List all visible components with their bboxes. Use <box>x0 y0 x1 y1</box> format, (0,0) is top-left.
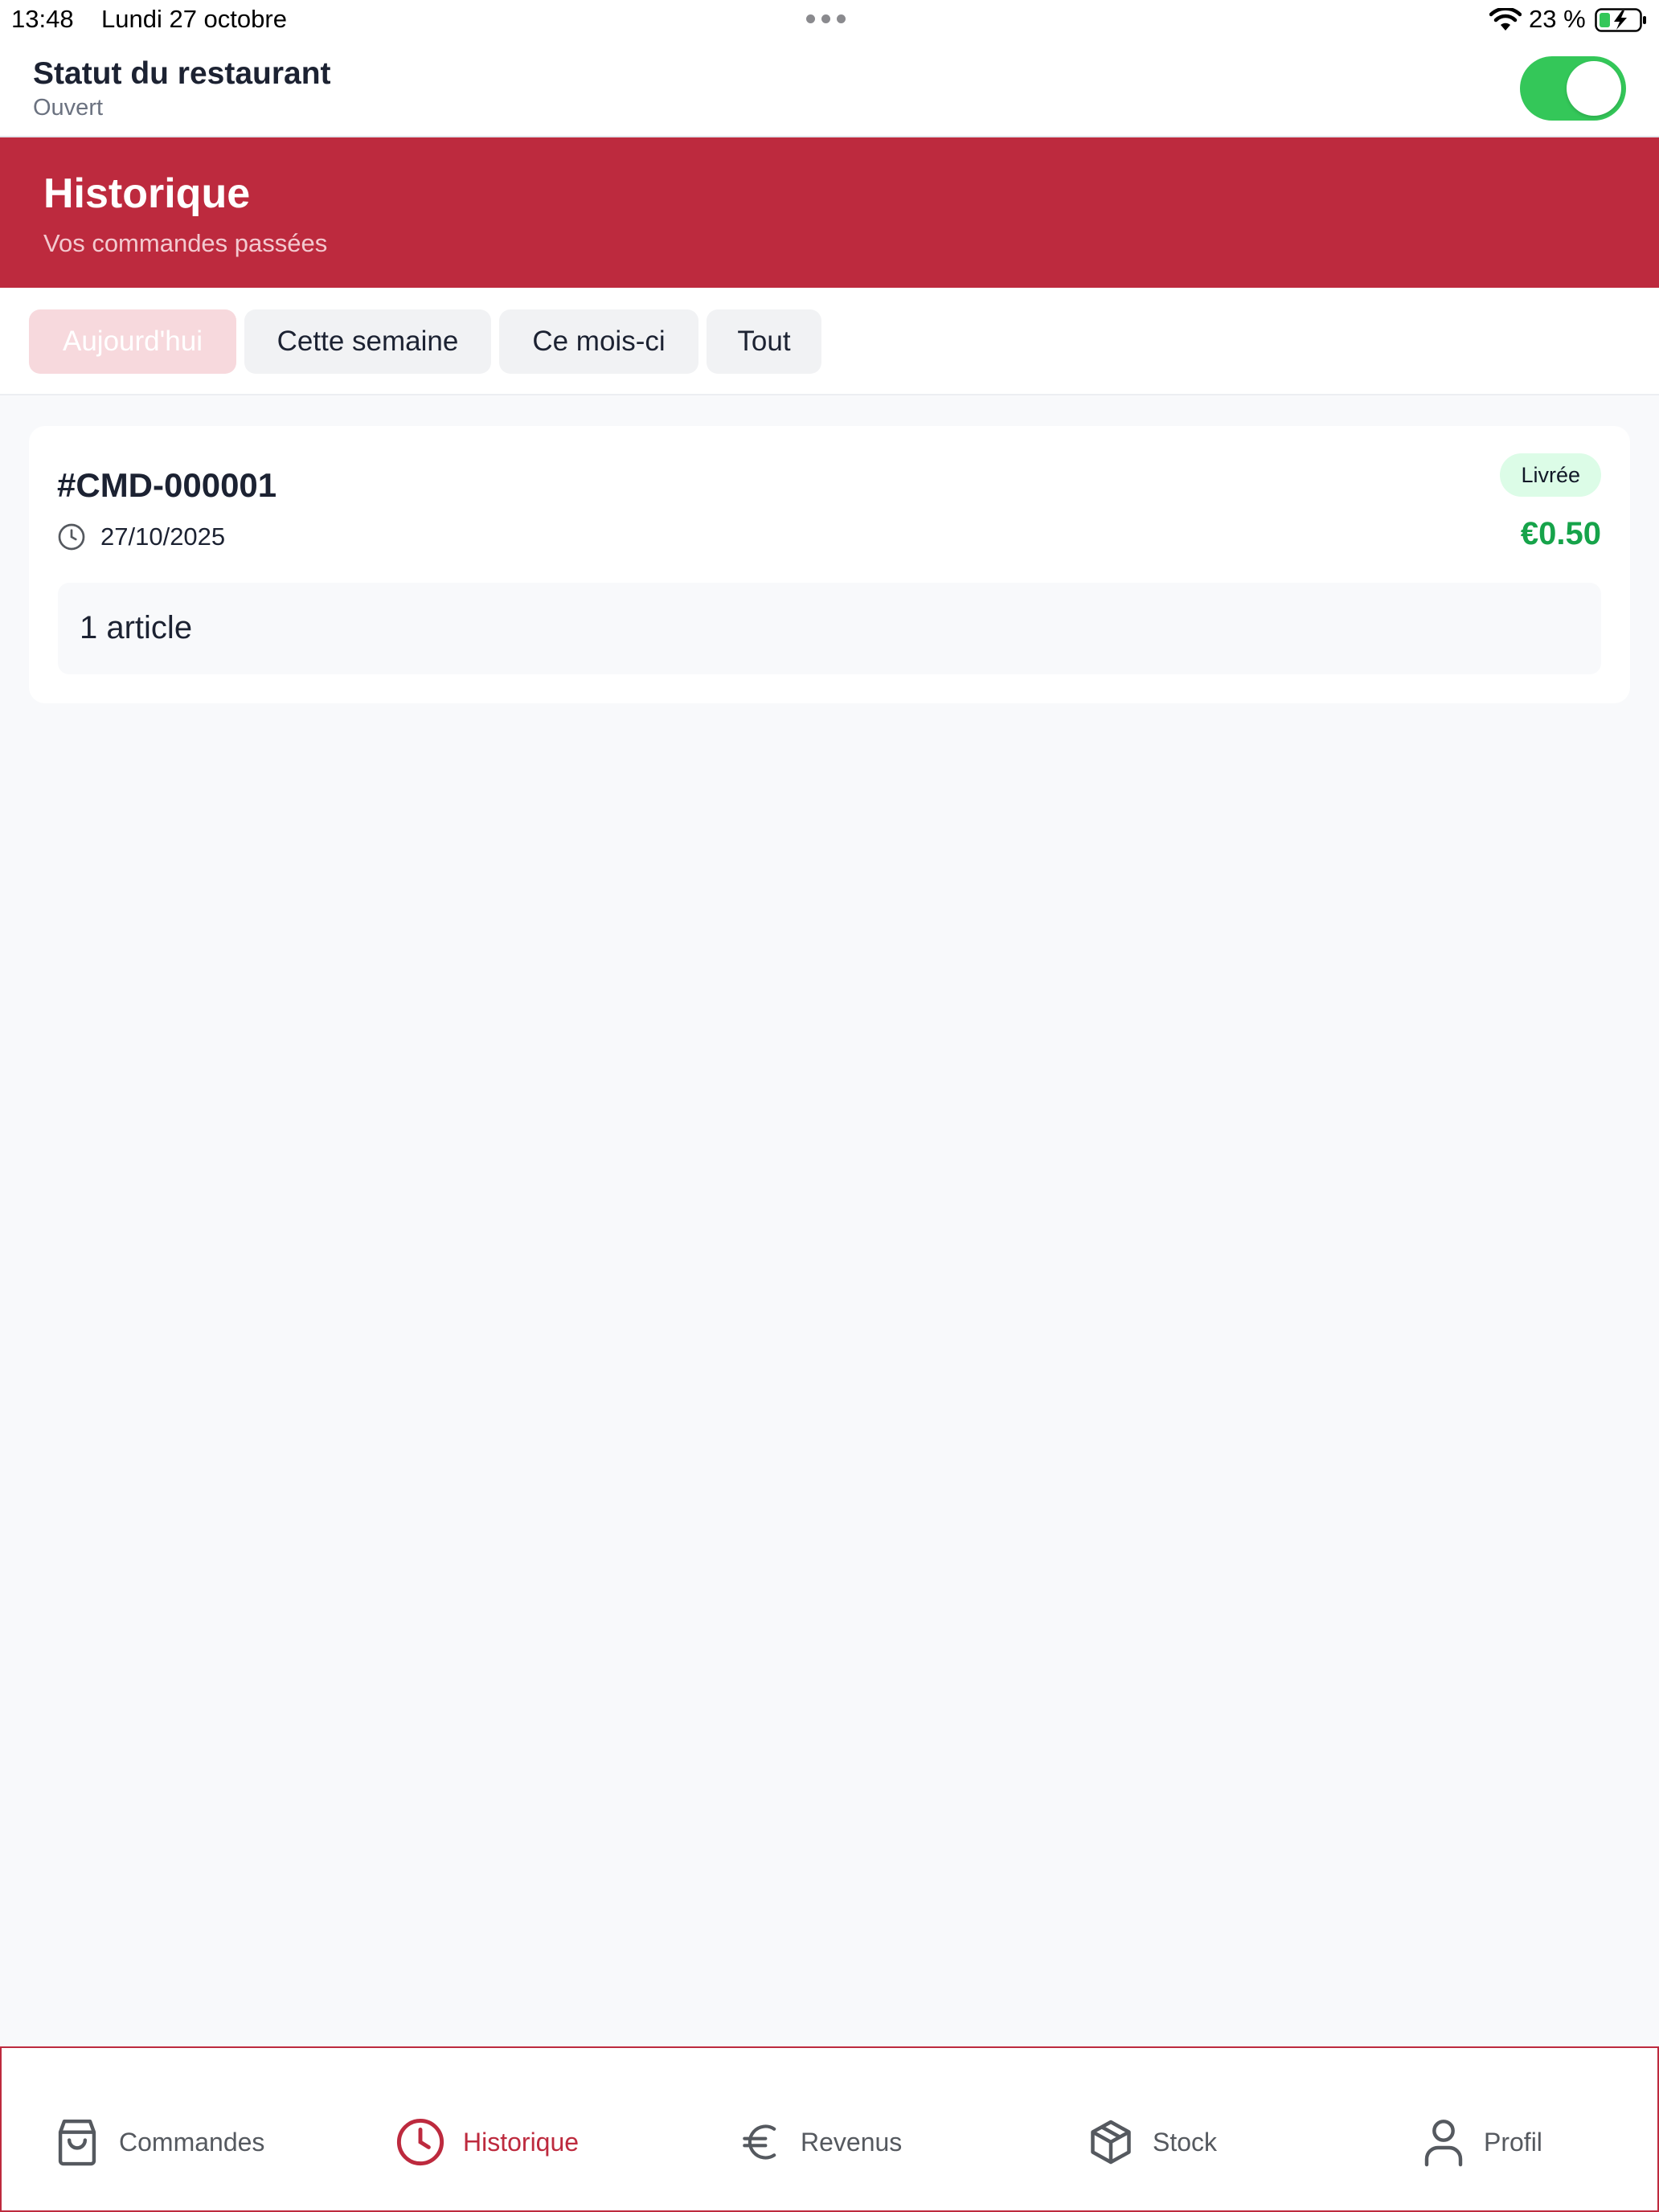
filter-all[interactable]: Tout <box>707 309 821 374</box>
status-time: 13:48 <box>11 5 74 33</box>
order-total: €0.50 <box>1520 516 1601 551</box>
order-card[interactable]: #CMD-000001 27/10/2025 Livrée €0.50 1 ar… <box>29 426 1630 703</box>
order-items-summary: 1 article <box>58 583 1601 674</box>
status-date: Lundi 27 octobre <box>101 5 287 33</box>
filter-today[interactable]: Aujourd'hui <box>29 309 236 374</box>
nav-item-label: Revenus <box>801 2127 903 2157</box>
order-id: #CMD-000001 <box>57 466 277 504</box>
order-items-count: 1 article <box>80 610 193 645</box>
nav-item-label: Profil <box>1484 2127 1542 2157</box>
clock-icon <box>58 523 85 551</box>
screen: 13:48 Lundi 27 octobre 23 % Statut du re… <box>0 0 1659 2212</box>
nav-item-stock[interactable]: Stock <box>1087 2114 1217 2170</box>
battery-charging-icon <box>1595 8 1646 32</box>
page-banner: Historique Vos commandes passées <box>0 137 1659 288</box>
wifi-icon <box>1489 8 1522 31</box>
nav-item-label: Stock <box>1153 2127 1218 2157</box>
restaurant-open-toggle[interactable] <box>1520 56 1626 121</box>
battery-percentage: 23 % <box>1529 5 1586 33</box>
euro-icon <box>743 2124 776 2160</box>
nav-item-profil[interactable]: Profil <box>1421 2114 1542 2170</box>
toggle-knob <box>1567 61 1621 116</box>
nav-item-label: Commandes <box>119 2127 265 2157</box>
multitasking-dots-icon[interactable] <box>806 14 846 23</box>
filter-this-month[interactable]: Ce mois-ci <box>499 309 698 374</box>
period-filter-bar: Aujourd'hui Cette semaine Ce mois-ci Tou… <box>0 288 1659 395</box>
order-status-badge: Livrée <box>1500 453 1601 497</box>
nav-item-commandes[interactable]: Commandes <box>53 2114 264 2170</box>
shopping-bag-icon <box>58 2119 96 2166</box>
restaurant-status-header: Statut du restaurant Ouvert <box>0 40 1659 137</box>
page-title: Historique <box>43 170 251 217</box>
page-subtitle: Vos commandes passées <box>43 229 328 257</box>
status-bar: 13:48 Lundi 27 octobre 23 % <box>0 0 1659 40</box>
nav-item-historique[interactable]: Historique <box>395 2114 579 2170</box>
bottom-navigation: Commandes Historique Revenus Stock Profi… <box>0 2046 1659 2212</box>
restaurant-status-state: Ouvert <box>33 95 104 121</box>
restaurant-status-title: Statut du restaurant <box>33 56 331 91</box>
filter-this-week[interactable]: Cette semaine <box>244 309 491 374</box>
nav-item-revenus[interactable]: Revenus <box>741 2114 902 2170</box>
user-icon <box>1424 2120 1463 2167</box>
box-icon <box>1091 2120 1131 2165</box>
order-date: 27/10/2025 <box>100 522 226 551</box>
clock-icon <box>396 2118 444 2166</box>
nav-item-label: Historique <box>463 2127 580 2157</box>
